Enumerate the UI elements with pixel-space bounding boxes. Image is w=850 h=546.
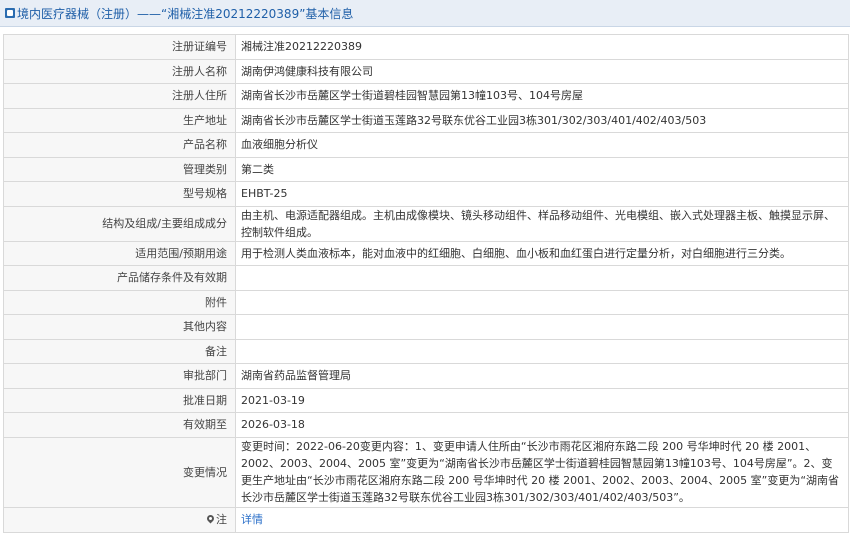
row-label: 备注 — [3, 338, 236, 364]
note-label: 注 — [216, 513, 227, 526]
row-label: 适用范围/预期用途 — [3, 240, 236, 266]
table-row: 生产地址 湖南省长沙市岳麓区学士街道玉莲路32号联东优谷工业园3栋301/302… — [3, 107, 849, 133]
row-label: 注册证编号 — [3, 34, 236, 60]
table-row: 附件 — [3, 289, 849, 315]
row-value: EHBT-25 — [235, 181, 849, 207]
row-value: 湖南省长沙市岳麓区学士街道玉莲路32号联东优谷工业园3栋301/302/303/… — [235, 107, 849, 133]
row-label: 变更情况 — [3, 436, 236, 508]
row-value: 2021-03-19 — [235, 387, 849, 413]
table-row: 变更情况 变更时间：2022-06-20变更内容：1、变更申请人住所由“长沙市雨… — [3, 436, 849, 508]
table-row: 产品储存条件及有效期 — [3, 265, 849, 291]
row-value: 2026-03-18 — [235, 412, 849, 438]
row-value — [235, 314, 849, 340]
row-value: 血液细胞分析仪 — [235, 132, 849, 158]
document-icon — [5, 8, 15, 18]
pin-icon — [207, 515, 214, 524]
table-row: 批准日期 2021-03-19 — [3, 387, 849, 413]
table-row: 其他内容 — [3, 314, 849, 340]
details-link[interactable]: 详情 — [241, 513, 263, 526]
info-table-container: 注册证编号 湘械注准20212220389 注册人名称 湖南伊鸿健康科技有限公司… — [3, 34, 849, 533]
note-value-cell: 详情 — [235, 506, 849, 533]
row-value: 湖南省药品监督管理局 — [235, 363, 849, 389]
row-label: 型号规格 — [3, 181, 236, 207]
row-value: 湖南伊鸿健康科技有限公司 — [235, 58, 849, 84]
row-value — [235, 265, 849, 291]
row-value: 湖南省长沙市岳麓区学士街道碧桂园智慧园第13幢103号、104号房屋 — [235, 83, 849, 109]
table-row: 有效期至 2026-03-18 — [3, 412, 849, 438]
table-row: 注 详情 — [3, 506, 849, 533]
row-label: 其他内容 — [3, 314, 236, 340]
table-row: 结构及组成/主要组成成分 由主机、电源适配器组成。主机由成像模块、镜头移动组件、… — [3, 205, 849, 242]
row-value: 用于检测人类血液标本，能对血液中的红细胞、白细胞、血小板和血红蛋白进行定量分析，… — [235, 240, 849, 266]
row-value — [235, 289, 849, 315]
row-value: 湘械注准20212220389 — [235, 34, 849, 60]
table-row: 注册证编号 湘械注准20212220389 — [3, 34, 849, 60]
row-label: 注册人住所 — [3, 83, 236, 109]
row-label: 管理类别 — [3, 156, 236, 182]
table-row: 型号规格 EHBT-25 — [3, 181, 849, 207]
table-row: 注册人住所 湖南省长沙市岳麓区学士街道碧桂园智慧园第13幢103号、104号房屋 — [3, 83, 849, 109]
row-label: 结构及组成/主要组成成分 — [3, 205, 236, 242]
row-label: 附件 — [3, 289, 236, 315]
note-label-cell: 注 — [3, 506, 236, 533]
page-title: 境内医疗器械（注册）——“湘械注准20212220389”基本信息 — [17, 6, 354, 21]
table-row: 产品名称 血液细胞分析仪 — [3, 132, 849, 158]
table-row: 审批部门 湖南省药品监督管理局 — [3, 363, 849, 389]
row-value: 第二类 — [235, 156, 849, 182]
row-label: 生产地址 — [3, 107, 236, 133]
row-label: 有效期至 — [3, 412, 236, 438]
table-row: 适用范围/预期用途 用于检测人类血液标本，能对血液中的红细胞、白细胞、血小板和血… — [3, 240, 849, 266]
row-label: 批准日期 — [3, 387, 236, 413]
table-row: 备注 — [3, 338, 849, 364]
row-label: 产品名称 — [3, 132, 236, 158]
table-row: 注册人名称 湖南伊鸿健康科技有限公司 — [3, 58, 849, 84]
page-header: 境内医疗器械（注册）——“湘械注准20212220389”基本信息 — [0, 0, 850, 27]
info-table: 注册证编号 湘械注准20212220389 注册人名称 湖南伊鸿健康科技有限公司… — [3, 34, 849, 533]
row-value: 由主机、电源适配器组成。主机由成像模块、镜头移动组件、样品移动组件、光电模组、嵌… — [235, 205, 849, 242]
row-value — [235, 338, 849, 364]
row-label: 审批部门 — [3, 363, 236, 389]
row-value: 变更时间：2022-06-20变更内容：1、变更申请人住所由“长沙市雨花区湘府东… — [235, 436, 849, 508]
row-label: 产品储存条件及有效期 — [3, 265, 236, 291]
row-label: 注册人名称 — [3, 58, 236, 84]
table-row: 管理类别 第二类 — [3, 156, 849, 182]
